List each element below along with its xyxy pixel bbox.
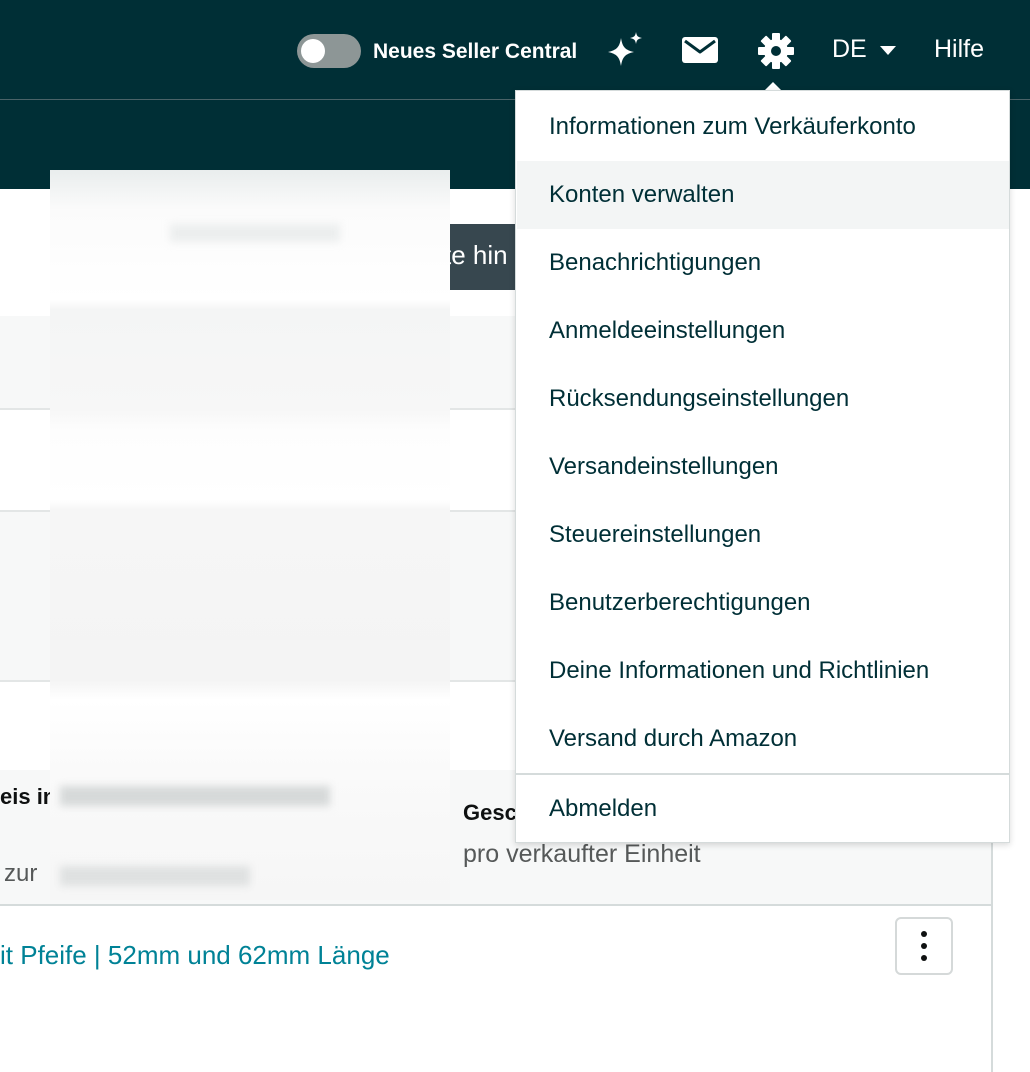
menu-item-notifications[interactable]: Benachrichtigungen	[517, 229, 1009, 297]
language-selector[interactable]: DE	[832, 35, 867, 64]
toggle-knob	[301, 39, 325, 63]
column-header-fees[interactable]: Gesc	[463, 800, 517, 826]
toggle-label: Neues Seller Central	[373, 40, 578, 63]
new-seller-central-toggle[interactable]	[297, 34, 361, 68]
menu-item-manage-accounts[interactable]: Konten verwalten	[517, 161, 1009, 229]
menu-item-return-settings[interactable]: Rücksendungseinstellungen	[517, 365, 1009, 433]
column-header-price[interactable]: eis in	[0, 784, 56, 810]
menu-item-fulfillment-by-amazon[interactable]: Versand durch Amazon	[517, 705, 1009, 773]
add-variant-button-label: te hin	[444, 240, 508, 270]
menu-item-user-permissions[interactable]: Benutzerberechtigungen	[517, 569, 1009, 637]
menu-item-info-and-policies[interactable]: Deine Informationen und Richtlinien	[517, 637, 1009, 705]
kebab-icon	[921, 943, 927, 949]
gear-icon[interactable]	[757, 32, 795, 70]
menu-item-shipping-settings[interactable]: Versandeinstellungen	[517, 433, 1009, 501]
caret-down-icon[interactable]	[880, 46, 896, 56]
settings-dropdown-menu: Informationen zum Verkäuferkonto Konten …	[515, 90, 1010, 843]
menu-item-seller-account-info[interactable]: Informationen zum Verkäuferkonto	[517, 93, 1009, 161]
mail-icon[interactable]	[682, 37, 718, 63]
redacted-text	[170, 224, 340, 242]
column-subheader-price: zur	[4, 860, 38, 887]
kebab-icon	[921, 931, 927, 937]
menu-item-logout[interactable]: Abmelden	[517, 775, 1009, 843]
column-subheader-fees: pro verkaufter Einheit	[463, 840, 701, 868]
redacted-region	[50, 170, 450, 900]
menu-item-tax-settings[interactable]: Steuereinstellungen	[517, 501, 1009, 569]
top-navigation-bar: Neues Seller Central DE Hilfe	[0, 0, 1030, 99]
redacted-text	[60, 866, 250, 886]
menu-item-login-settings[interactable]: Anmeldeeinstellungen	[517, 297, 1009, 365]
redacted-text	[60, 786, 330, 806]
help-link[interactable]: Hilfe	[934, 35, 984, 64]
sparkle-icon[interactable]	[603, 30, 645, 72]
row-actions-button[interactable]	[895, 917, 953, 975]
kebab-icon	[921, 955, 927, 961]
product-title-link[interactable]: it Pfeife | 52mm und 62mm Länge	[0, 940, 390, 971]
